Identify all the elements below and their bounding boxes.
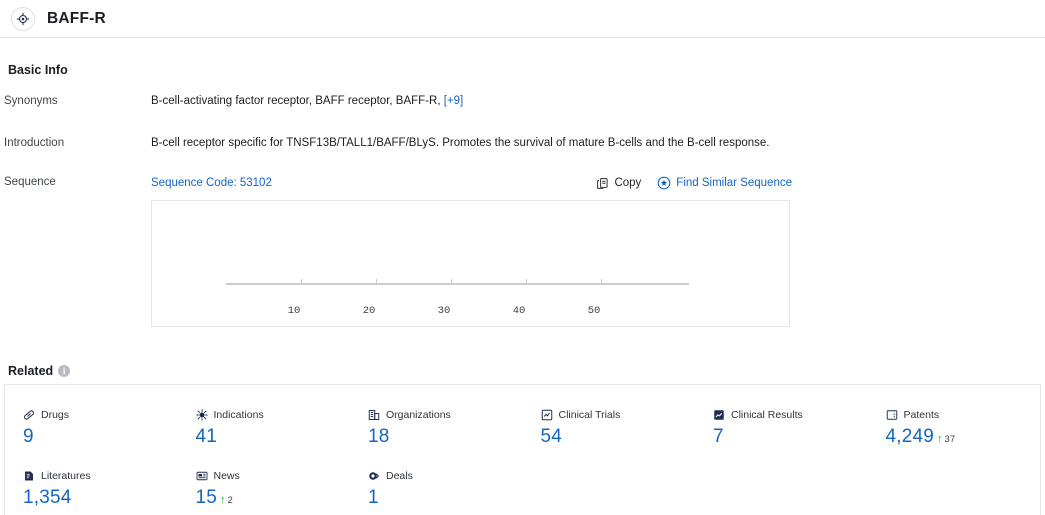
stat-card-clinical-results[interactable]: Clinical Results 7 <box>695 409 868 448</box>
stat-label: Patents <box>903 409 940 421</box>
target-icon <box>11 6 35 31</box>
stat-label: Indications <box>213 409 264 421</box>
news-icon <box>196 470 208 482</box>
pill-icon <box>23 409 35 421</box>
stat-header: Organizations <box>368 409 523 421</box>
stat-value: 7 <box>713 426 724 447</box>
stat-header: Patents <box>886 409 1041 421</box>
related-heading: Related i <box>4 364 71 378</box>
stat-card-literatures[interactable]: Literatures 1,354 <box>5 470 178 509</box>
label-synonyms: Synonyms <box>4 95 58 107</box>
stat-value: 1 <box>368 487 379 508</box>
virus-icon <box>195 409 208 421</box>
stat-value-row: 1,354 <box>23 487 178 509</box>
stat-card-drugs[interactable]: Drugs 9 <box>5 409 178 448</box>
stat-card-news[interactable]: News 15 ↑ 2 <box>178 470 351 509</box>
stat-value: 4,249 <box>885 426 935 447</box>
stat-value-row: 15 ↑ 2 <box>196 487 351 509</box>
sequence-code-link[interactable]: Sequence Code: 53102 <box>151 177 272 189</box>
stat-value: 18 <box>368 426 390 447</box>
up-arrow-icon: ↑ <box>220 494 226 506</box>
deal-icon <box>368 470 380 482</box>
stat-label: Deals <box>386 470 413 482</box>
ruler-numbers: 10 20 30 40 50 <box>226 303 706 317</box>
literature-icon <box>23 470 35 482</box>
page-title: BAFF-R <box>47 9 106 27</box>
stat-delta: ↑ 37 <box>937 433 956 446</box>
find-similar-label: Find Similar Sequence <box>676 177 792 189</box>
label-introduction: Introduction <box>4 137 65 149</box>
ruler-tick-50: 50 <box>587 304 601 317</box>
stat-card-indications[interactable]: Indications 41 <box>178 409 351 448</box>
stat-header: Drugs <box>23 409 178 421</box>
stat-card-deals[interactable]: Deals 1 <box>350 470 523 509</box>
stat-header: Clinical Trials <box>541 409 696 421</box>
stat-value-row: 7 <box>713 426 868 448</box>
value-synonyms: B-cell-activating factor receptor, BAFF … <box>151 95 463 107</box>
stat-header: Clinical Results <box>713 409 868 421</box>
stat-delta-value: 37 <box>944 434 956 445</box>
sequence-content: 10 20 30 40 50 1MRRGPRSLRG RDAPAPTPCV PA… <box>152 201 789 326</box>
synonyms-text: B-cell-activating factor receptor, BAFF … <box>151 95 441 107</box>
ruler-tick-20: 20 <box>362 304 376 317</box>
value-introduction: B-cell receptor specific for TNSF13B/TAL… <box>151 137 770 149</box>
sequence-viewer[interactable]: 10 20 30 40 50 1MRRGPRSLRG RDAPAPTPCV PA… <box>151 200 790 327</box>
stat-value: 54 <box>540 426 563 447</box>
stat-delta-value: 2 <box>227 495 233 506</box>
stat-card-patents[interactable]: Patents 4,249 ↑ 37 <box>868 409 1041 448</box>
stat-header: Indications <box>195 409 351 421</box>
ruler-tick-10: 10 <box>287 304 301 317</box>
stat-label: Clinical Results <box>731 409 803 421</box>
stat-header: Deals <box>368 470 523 482</box>
up-arrow-icon: ↑ <box>937 433 943 445</box>
copy-label: Copy <box>614 177 642 189</box>
ruler-baseline <box>226 282 689 285</box>
stat-label: Literatures <box>41 470 91 482</box>
stat-delta: ↑ 2 <box>220 494 233 507</box>
app-header: BAFF-R <box>0 0 1045 38</box>
stat-card-organizations[interactable]: Organizations 18 <box>350 409 523 448</box>
patent-icon <box>886 409 898 421</box>
ruler-tick-40: 40 <box>512 304 526 317</box>
stat-value-row: 54 <box>541 426 696 448</box>
stat-value-row: 4,249 ↑ 37 <box>886 426 1041 448</box>
related-label: Related <box>8 364 54 378</box>
sequence-actions: Copy Find Similar Sequence <box>596 176 792 190</box>
ruler-tick-30: 30 <box>437 304 451 317</box>
label-sequence: Sequence <box>4 176 56 188</box>
find-similar-sequence-button[interactable]: Find Similar Sequence <box>657 176 792 190</box>
related-panel: Drugs 9 Indications 41 Organizations 18 … <box>4 384 1041 515</box>
basic-info-heading: Basic Info <box>8 63 68 77</box>
copy-button[interactable]: Copy <box>596 177 641 190</box>
stat-label: News <box>213 470 240 482</box>
synonyms-more-link[interactable]: [+9] <box>444 95 464 107</box>
stat-header: News <box>196 470 351 482</box>
organization-icon <box>368 409 380 421</box>
stat-value: 15 <box>195 487 218 508</box>
stat-value: 41 <box>195 426 218 447</box>
stat-value: 9 <box>23 426 34 447</box>
related-stats-grid: Drugs 9 Indications 41 Organizations 18 … <box>5 385 1040 509</box>
stat-header: Literatures <box>23 470 178 482</box>
similar-sequence-icon <box>657 176 671 190</box>
stat-value-row: 9 <box>23 426 178 448</box>
stat-value-row: 41 <box>196 426 351 448</box>
stat-label: Clinical Trials <box>558 409 621 421</box>
stat-value-row: 1 <box>368 487 523 509</box>
clinical-result-icon <box>713 409 725 421</box>
clinical-trial-icon <box>541 409 553 421</box>
info-icon[interactable]: i <box>58 365 71 377</box>
stat-label: Drugs <box>41 409 70 421</box>
stat-value: 1,354 <box>23 487 72 508</box>
sequence-ruler: 10 20 30 40 50 <box>226 268 706 317</box>
stat-card-clinical-trials[interactable]: Clinical Trials 54 <box>523 409 696 448</box>
stat-value-row: 18 <box>368 426 523 448</box>
copy-icon <box>596 177 609 190</box>
stat-label: Organizations <box>386 409 451 421</box>
